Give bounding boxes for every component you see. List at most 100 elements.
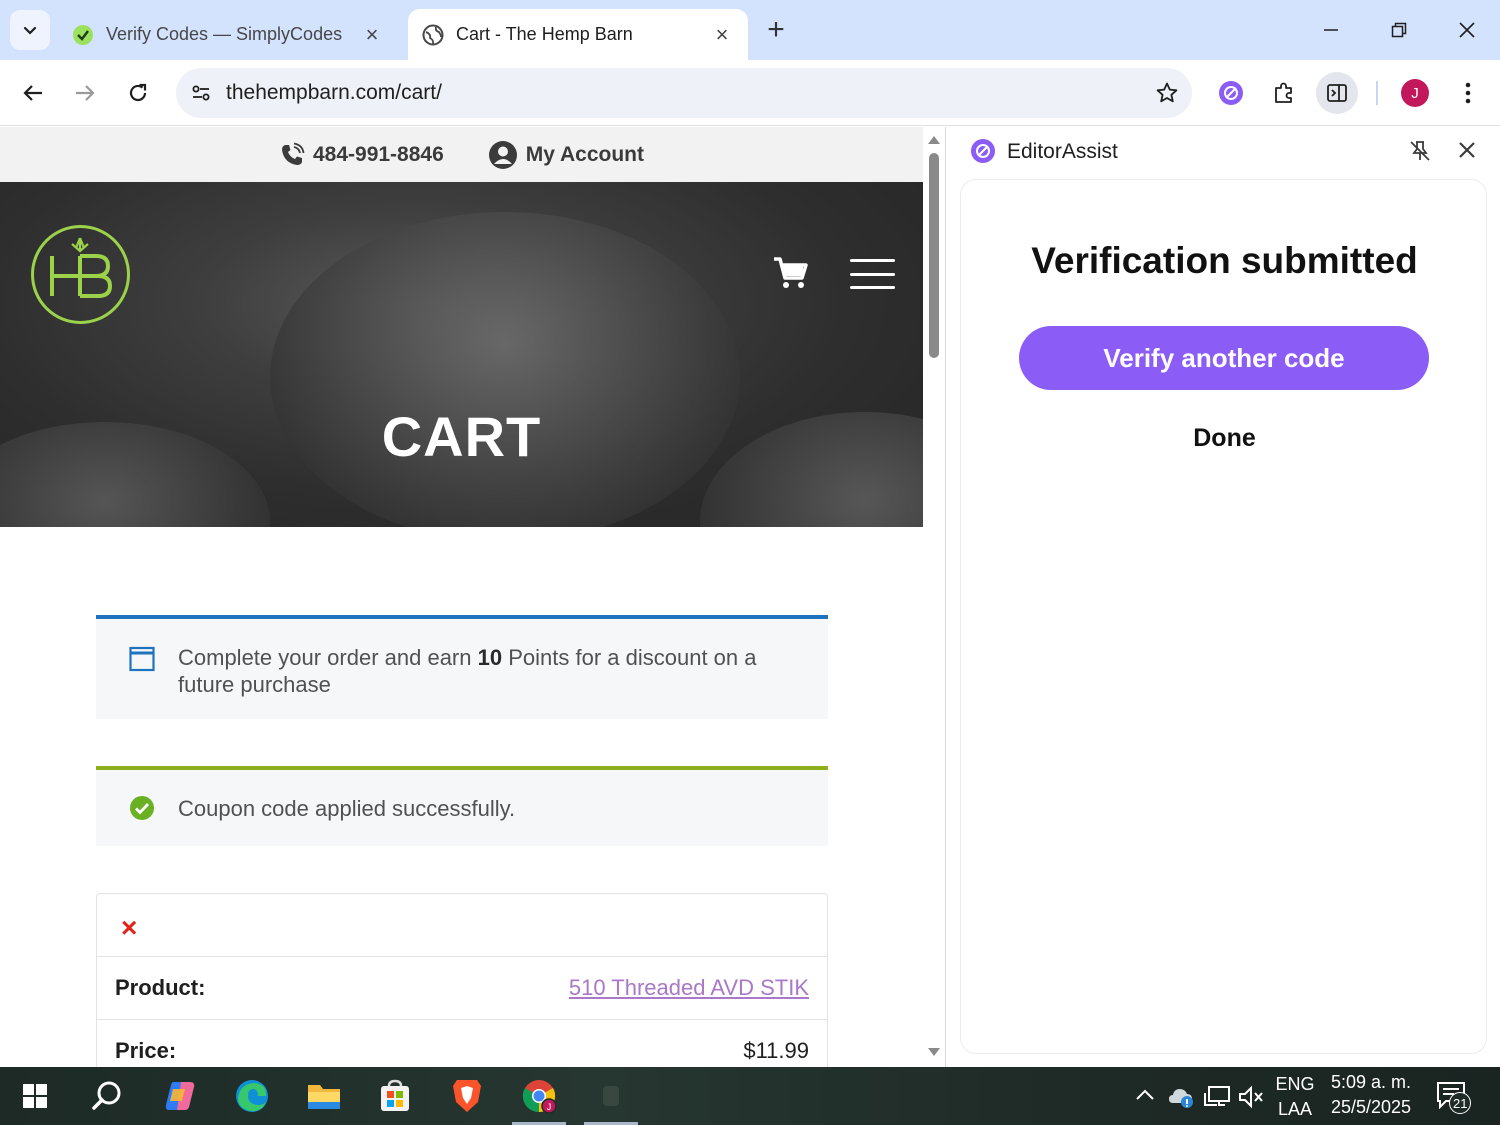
forward-button[interactable] <box>66 74 104 112</box>
copilot-app[interactable] <box>151 1067 209 1125</box>
my-account-label: My Account <box>525 142 644 166</box>
back-button[interactable] <box>14 74 52 112</box>
taskbar-app[interactable] <box>582 1067 640 1125</box>
edge-icon <box>236 1080 268 1112</box>
windows-taskbar: J ENG LAA 5:09 a. m. 25/5/2025 21 <box>0 1067 1500 1125</box>
language-indicator[interactable]: ENG LAA <box>1270 1072 1320 1122</box>
edge-app[interactable] <box>223 1067 281 1125</box>
phone-number: 484-991-8846 <box>312 142 444 166</box>
price-value: $11.99 <box>743 1038 809 1063</box>
scroll-down-icon[interactable] <box>928 1048 940 1056</box>
chevron-down-icon <box>23 26 37 35</box>
tab-verify-codes[interactable]: Verify Codes — SimplyCodes × <box>58 9 398 60</box>
tab-title: Verify Codes — SimplyCodes <box>106 24 343 44</box>
tab-search-button[interactable] <box>10 10 50 50</box>
close-icon <box>1459 22 1475 38</box>
restore-icon <box>1391 22 1407 38</box>
verification-heading: Verification submitted <box>1031 240 1418 281</box>
editorassist-extension-icon[interactable] <box>1212 74 1250 112</box>
remove-item-icon[interactable]: × <box>121 912 137 944</box>
hero-jar-image <box>270 212 740 527</box>
simplycodes-favicon-icon <box>73 24 93 45</box>
done-button[interactable]: Done <box>961 424 1488 453</box>
file-explorer-app[interactable] <box>295 1067 353 1125</box>
side-panel-title: EditorAssist <box>1007 140 1118 163</box>
close-tab-icon[interactable]: × <box>360 22 384 47</box>
user-circle-icon <box>488 140 517 169</box>
site-info-icon[interactable] <box>176 68 226 118</box>
page-hero-banner: CART <box>0 182 923 527</box>
points-notice-text: Complete your order and earn 10 Points f… <box>178 645 757 697</box>
brave-app[interactable] <box>438 1067 496 1125</box>
verification-card: Verification submitted Verify another co… <box>960 179 1487 1054</box>
tab-cart-hemp-barn[interactable]: Cart - The Hemp Barn × <box>408 9 748 60</box>
scroll-up-icon[interactable] <box>928 136 940 144</box>
language-text: ENG <box>1275 1074 1315 1094</box>
clock-date: 25/5/2025 <box>1330 1097 1412 1117</box>
price-label: Price: <box>115 1038 177 1063</box>
site-top-bar: 484-991-8846 My Account <box>0 127 923 182</box>
phone-icon <box>281 142 305 165</box>
search-icon <box>92 1081 121 1110</box>
side-panel-icon <box>1327 84 1347 102</box>
page-title: CART <box>381 405 542 468</box>
microsoft-store-app[interactable] <box>366 1067 424 1125</box>
page-scrollbar[interactable] <box>923 127 945 1067</box>
product-link[interactable]: 510 Threaded AVD STIK <box>569 975 809 1001</box>
start-button[interactable] <box>6 1067 64 1125</box>
browser-toolbar: thehempbarn.com/cart/ J <box>0 60 1500 126</box>
chrome-app[interactable]: J <box>510 1067 568 1125</box>
close-tab-icon[interactable]: × <box>710 22 734 47</box>
side-panel: EditorAssist Verification submitted Veri… <box>946 127 1500 1067</box>
network-icon[interactable] <box>1203 1085 1231 1109</box>
verify-another-code-button[interactable]: Verify another code <box>1019 326 1429 390</box>
close-icon[interactable] <box>1456 139 1478 161</box>
table-row: Product: 510 Threaded AVD STIK <box>97 957 827 1020</box>
minimize-button[interactable] <box>1308 10 1354 50</box>
hamburger-menu-icon[interactable] <box>850 259 895 289</box>
url-text[interactable]: thehempbarn.com/cart/ <box>226 81 1142 105</box>
chevron-up-icon[interactable] <box>1134 1086 1156 1104</box>
table-row: Price: $11.99 <box>97 1020 827 1067</box>
shopping-cart-icon[interactable] <box>772 256 808 290</box>
file-explorer-icon <box>308 1085 340 1109</box>
scrollbar-thumb[interactable] <box>929 153 939 358</box>
my-account-link[interactable]: My Account <box>488 140 644 170</box>
hemp-barn-logo[interactable] <box>30 224 131 325</box>
unpin-icon[interactable] <box>1408 139 1432 163</box>
browser-menu-button[interactable] <box>1449 74 1487 112</box>
address-bar[interactable]: thehempbarn.com/cart/ <box>176 68 1192 118</box>
profile-button[interactable]: J <box>1396 74 1434 112</box>
web-page: 484-991-8846 My Account CART Complete yo… <box>0 127 923 1067</box>
side-panel-header: EditorAssist <box>946 127 1500 177</box>
window-icon <box>129 646 155 672</box>
clock[interactable]: 5:09 a. m. 25/5/2025 <box>1326 1070 1416 1120</box>
side-panel-button[interactable] <box>1316 72 1358 114</box>
layout-text: LAA <box>1277 1099 1313 1119</box>
editorassist-logo-icon <box>971 139 995 163</box>
close-window-button[interactable] <box>1444 10 1490 50</box>
notification-center-button[interactable]: 21 <box>1436 1081 1478 1117</box>
reload-icon <box>129 83 147 102</box>
check-circle-icon <box>130 796 154 820</box>
cart-table: × Product: 510 Threaded AVD STIK Price: … <box>96 893 828 1067</box>
notification-badge: 21 <box>1449 1092 1472 1114</box>
new-tab-plus-icon[interactable]: + <box>760 13 792 46</box>
onedrive-icon[interactable] <box>1168 1085 1196 1109</box>
coupon-success-notice: Coupon code applied successfully. <box>96 766 828 846</box>
restore-button[interactable] <box>1376 10 1422 50</box>
avatar: J <box>1401 79 1429 107</box>
speaker-muted-icon[interactable] <box>1238 1085 1264 1109</box>
taskbar-search-button[interactable] <box>78 1067 136 1125</box>
microsoft-store-icon <box>381 1079 409 1111</box>
bookmark-star-icon[interactable] <box>1142 68 1192 118</box>
arrow-left-icon <box>23 85 42 101</box>
extensions-puzzle-icon[interactable] <box>1265 74 1303 112</box>
points-notice: Complete your order and earn 10 Points f… <box>96 615 828 719</box>
chrome-icon: J <box>522 1080 557 1114</box>
phone-link[interactable]: 484-991-8846 <box>279 142 444 168</box>
product-label: Product: <box>115 975 206 1000</box>
reload-button[interactable] <box>119 74 157 112</box>
globe-icon <box>422 24 444 45</box>
taskbar-app-icon <box>603 1086 619 1106</box>
